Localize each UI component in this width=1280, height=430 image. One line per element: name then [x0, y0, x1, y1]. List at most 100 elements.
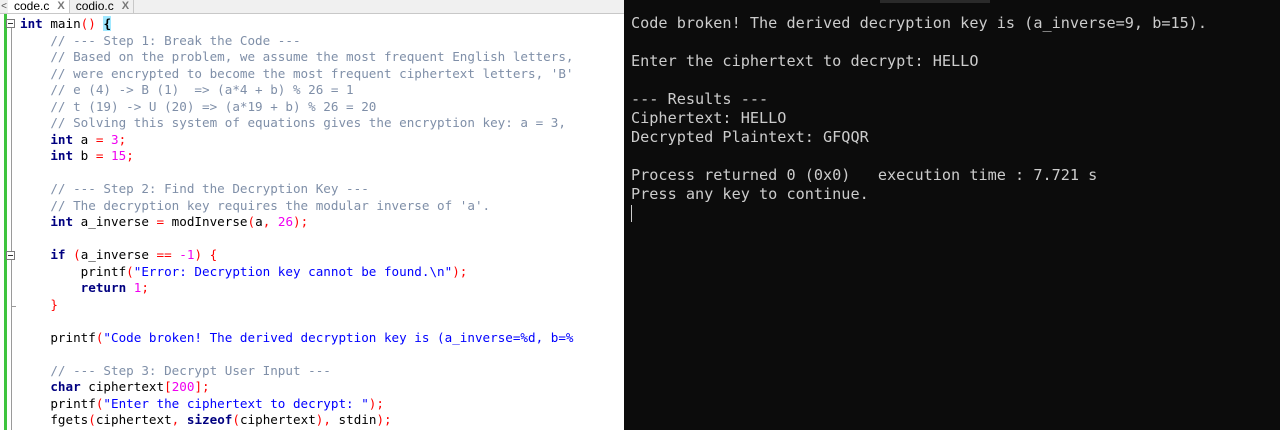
code-token: ==	[156, 247, 172, 262]
code-token: // t (19) -> U (20) => (a*19 + b) % 26 =…	[50, 98, 377, 114]
code-line: fgets(ciphertext, sizeof(ciphertext), st…	[20, 412, 624, 429]
code-token: (	[88, 412, 96, 427]
code-token: printf	[20, 395, 96, 411]
code-token: "Error: Decryption key cannot be found.\…	[133, 263, 453, 279]
code-editor-pane[interactable]: < code.c X codio.c X int main() { // ---…	[0, 0, 624, 430]
code-line: int a_inverse = modInverse(a, 26);	[20, 214, 624, 231]
fold-end-marker	[11, 306, 16, 307]
code-token: );	[293, 214, 309, 229]
code-token: int	[50, 148, 74, 163]
console-output: Code broken! The derived decryption key …	[631, 14, 1207, 223]
code-token: 200	[171, 379, 195, 394]
code-line: printf("Code broken! The derived decrypt…	[20, 330, 624, 347]
code-line: // --- Step 2: Find the Decryption Key -…	[20, 181, 624, 198]
console-line: --- Results ---	[631, 90, 769, 108]
code-token: modInverse	[164, 214, 248, 229]
code-line: printf("Error: Decryption key cannot be …	[20, 264, 624, 281]
code-line: char ciphertext[200];	[20, 379, 624, 396]
tab-close-icon[interactable]: X	[57, 0, 64, 13]
code-token: // Solving this system of equations give…	[50, 115, 566, 130]
code-line: printf("Enter the ciphertext to decrypt:…	[20, 396, 624, 413]
code-token: int	[20, 16, 43, 31]
console-cursor-line	[631, 204, 1207, 223]
code-line: if (a_inverse == -1) {	[20, 247, 624, 264]
code-line: int b = 15;	[20, 148, 624, 165]
code-token: -1	[179, 247, 195, 262]
tab-label: codio.c	[75, 0, 114, 13]
editor-gutter	[0, 14, 16, 430]
code-token: return	[80, 280, 127, 295]
fold-collapse-icon[interactable]	[6, 251, 15, 260]
code-token: a_inverse	[73, 214, 157, 229]
text-cursor	[631, 205, 632, 222]
tab-codio-c[interactable]: codio.c X	[70, 0, 135, 13]
code-token: // --- Step 1: Break the Code ---	[50, 32, 301, 48]
code-token: ciphertext	[239, 412, 316, 427]
code-token: int	[50, 214, 74, 229]
console-line: Code broken! The derived decryption key …	[631, 14, 1208, 32]
code-line: int main() {	[20, 16, 624, 33]
code-token: fgets	[20, 412, 89, 427]
code-token: stdin	[330, 412, 377, 427]
console-window[interactable]: Code broken! The derived decryption key …	[624, 0, 1280, 430]
code-line: // were encrypted to become the most fre…	[20, 66, 624, 83]
code-token: int	[50, 131, 74, 147]
code-token: ciphertext	[80, 379, 165, 394]
code-line: // The decryption key requires the modul…	[20, 198, 624, 215]
code-token: // Based on the problem, we assume the m…	[50, 49, 574, 64]
code-token: // --- Step 3: Decrypt User Input ---	[50, 362, 331, 378]
code-token: printf	[20, 263, 127, 279]
code-token: [	[164, 379, 172, 394]
code-token: char	[50, 379, 81, 394]
code-token: main	[42, 16, 81, 31]
tab-close-icon[interactable]: X	[122, 0, 129, 13]
code-token: b	[73, 148, 96, 163]
code-token: ()	[80, 16, 96, 31]
code-line: // --- Step 1: Break the Code ---	[20, 33, 624, 50]
code-token: (	[232, 412, 240, 427]
code-token: 15	[111, 148, 127, 163]
console-line: Ciphertext: HELLO	[631, 109, 787, 127]
editor-tab-bar: < code.c X codio.c X	[0, 0, 624, 14]
code-token: ;	[118, 131, 127, 147]
code-line: return 1;	[20, 280, 624, 297]
console-line: Press any key to continue.	[631, 185, 869, 203]
tab-scroll-left-icon[interactable]: <	[0, 0, 8, 13]
code-text-area[interactable]: int main() { // --- Step 1: Break the Co…	[20, 16, 624, 429]
code-token: )	[194, 247, 203, 262]
code-token: a	[255, 214, 263, 229]
tab-label: code.c	[14, 0, 50, 13]
code-token: a_inverse	[80, 247, 157, 262]
fold-collapse-icon[interactable]	[6, 19, 15, 28]
code-token: ];	[194, 379, 210, 394]
code-token: );	[368, 395, 384, 411]
code-line: int a = 3;	[20, 132, 624, 149]
code-line: // t (19) -> U (20) => (a*19 + b) % 26 =…	[20, 99, 624, 116]
code-token: // e (4) -> B (1) => (a*4 + b) % 26 = 1	[50, 82, 354, 97]
code-line: // --- Step 3: Decrypt User Input ---	[20, 363, 624, 380]
code-token: "Enter the ciphertext to decrypt: "	[103, 395, 369, 411]
tab-code-c[interactable]: code.c X	[8, 0, 70, 13]
code-token: // The decryption key requires the modul…	[50, 197, 491, 213]
code-token: printf	[20, 329, 96, 345]
